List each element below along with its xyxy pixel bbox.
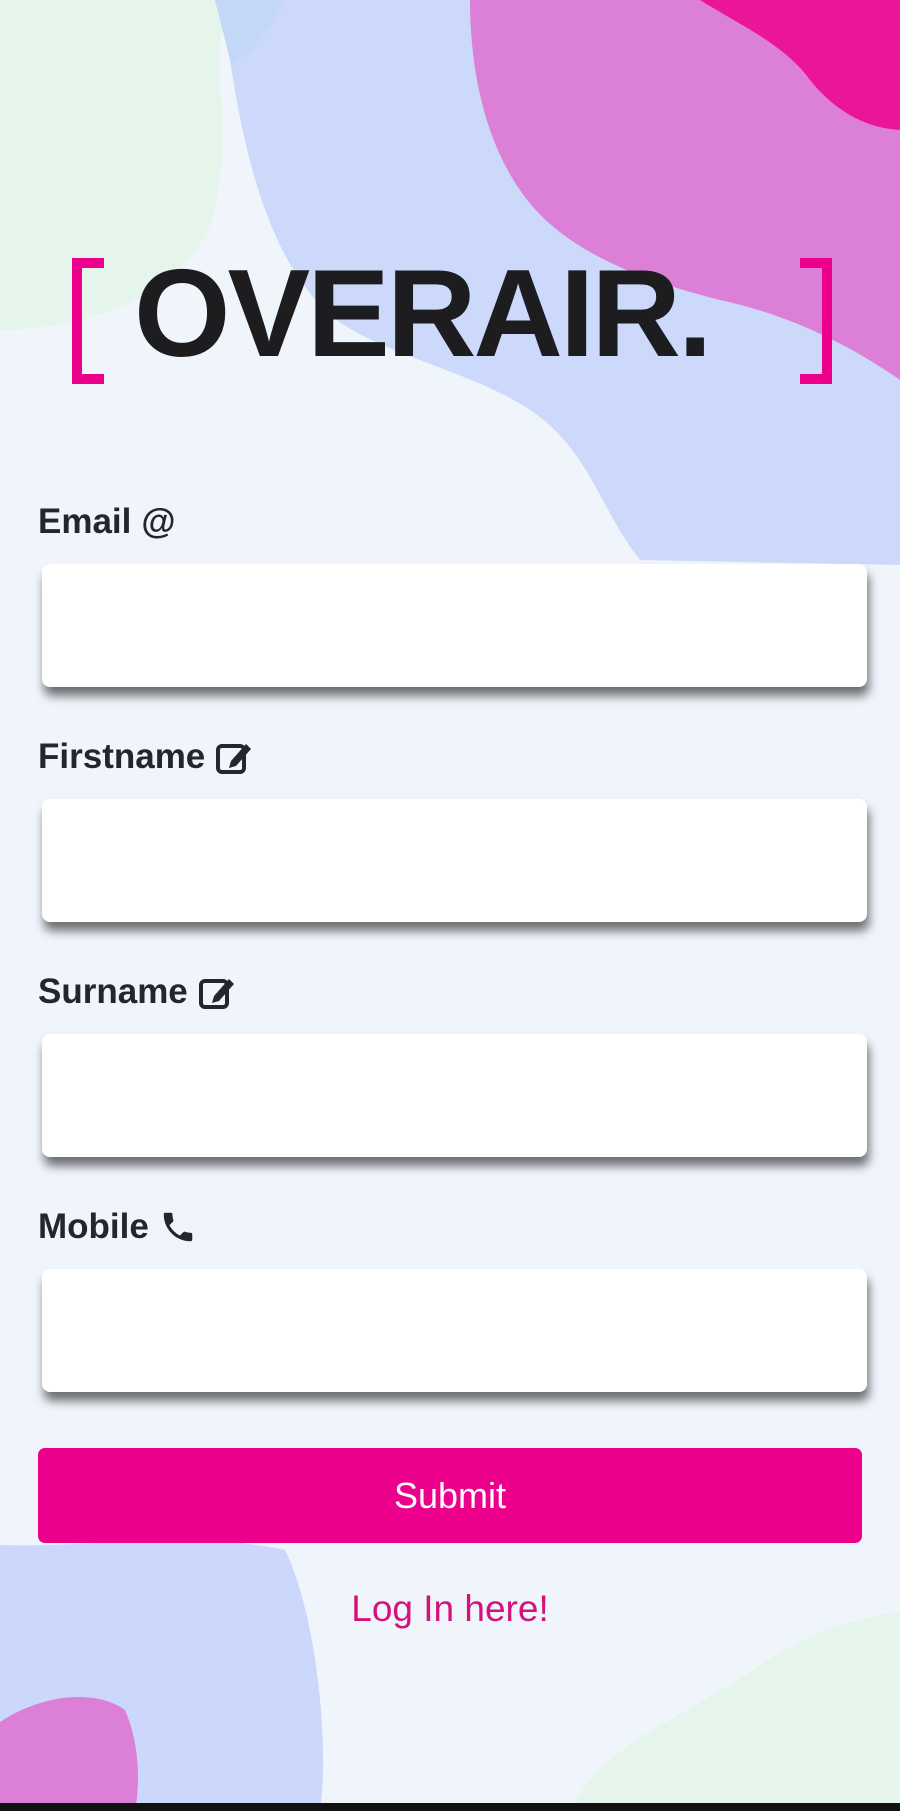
logo: OVERAIR. (72, 252, 832, 394)
surname-input[interactable] (42, 1034, 867, 1157)
logo-right-bracket (800, 258, 832, 384)
firstname-label-text: Firstname (38, 737, 206, 776)
email-label-text: Email (38, 502, 132, 541)
mobile-label: Mobile (38, 1207, 197, 1247)
mobile-label-text: Mobile (38, 1207, 149, 1246)
submit-button[interactable]: Submit (38, 1448, 862, 1543)
logo-left-bracket (72, 258, 104, 384)
surname-label-text: Surname (38, 972, 188, 1011)
bottom-bar (0, 1803, 900, 1811)
surname-label: Surname (38, 972, 236, 1012)
mobile-input[interactable] (42, 1269, 867, 1392)
email-input[interactable] (42, 564, 867, 687)
phone-icon (159, 1208, 197, 1246)
login-link[interactable]: Log In here! (0, 1588, 900, 1630)
firstname-input[interactable] (42, 799, 867, 922)
email-label: Email @ (38, 502, 176, 542)
firstname-label: Firstname (38, 737, 253, 777)
edit-icon (198, 974, 236, 1010)
at-sign-icon: @ (141, 502, 176, 541)
edit-icon (215, 739, 253, 775)
logo-text: OVERAIR. (134, 245, 712, 383)
